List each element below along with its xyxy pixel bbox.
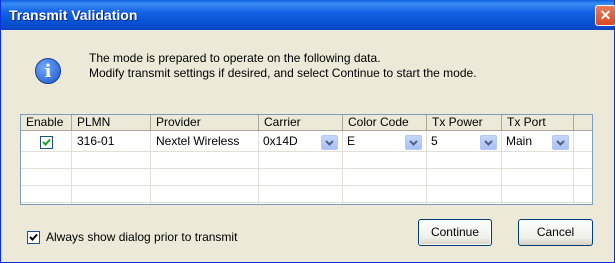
cell-provider: Nextel Wireless: [156, 134, 240, 148]
message-line-1: The mode is prepared to operate on the f…: [89, 51, 381, 65]
info-icon: i: [35, 58, 61, 84]
cell-plmn: 316-01: [77, 134, 115, 148]
column-header-color-code[interactable]: Color Code: [343, 115, 427, 131]
dialog-window: Transmit Validation ✕ i The mode is prep…: [0, 0, 615, 263]
column-header-tx-port[interactable]: Tx Port: [502, 115, 574, 131]
tx-power-dropdown-button[interactable]: [480, 135, 497, 150]
window-title: Transmit Validation: [9, 7, 138, 23]
title-bar[interactable]: Transmit Validation ✕: [1, 0, 615, 30]
enable-checkbox[interactable]: [40, 136, 53, 149]
message-line-2: Modify transmit settings if desired, and…: [89, 66, 477, 80]
carrier-select[interactable]: 0x14D: [263, 133, 298, 149]
checkmark-icon: [29, 233, 38, 241]
close-icon: ✕: [599, 7, 612, 23]
carrier-dropdown-button[interactable]: [321, 135, 338, 150]
color-code-dropdown-button[interactable]: [405, 135, 422, 150]
grid-line: [21, 151, 592, 152]
grid-line: [21, 168, 592, 169]
column-header-filler: [574, 115, 592, 131]
close-button[interactable]: ✕: [595, 5, 615, 26]
tx-port-select[interactable]: Main: [506, 133, 532, 149]
transmit-grid[interactable]: Enable PLMN Provider Carrier Color Code …: [20, 114, 593, 205]
always-show-checkbox[interactable]: [27, 231, 40, 244]
checkmark-icon: [42, 138, 51, 146]
column-header-carrier[interactable]: Carrier: [259, 115, 343, 131]
chevron-down-icon: [409, 140, 418, 146]
column-header-provider[interactable]: Provider: [151, 115, 259, 131]
chevron-down-icon: [325, 140, 334, 146]
cancel-button[interactable]: Cancel: [518, 219, 593, 246]
tx-power-select[interactable]: 5: [431, 133, 438, 149]
color-code-select[interactable]: E: [347, 133, 355, 149]
column-header-enable[interactable]: Enable: [21, 115, 72, 131]
continue-button[interactable]: Continue: [418, 219, 492, 246]
column-header-plmn[interactable]: PLMN: [72, 115, 151, 131]
grid-line: [21, 185, 592, 186]
grid-line: [21, 202, 592, 203]
always-show-label[interactable]: Always show dialog prior to transmit: [46, 230, 237, 244]
tx-port-dropdown-button[interactable]: [552, 135, 569, 150]
chevron-down-icon: [556, 140, 565, 146]
column-header-tx-power[interactable]: Tx Power: [427, 115, 502, 131]
chevron-down-icon: [484, 140, 493, 146]
